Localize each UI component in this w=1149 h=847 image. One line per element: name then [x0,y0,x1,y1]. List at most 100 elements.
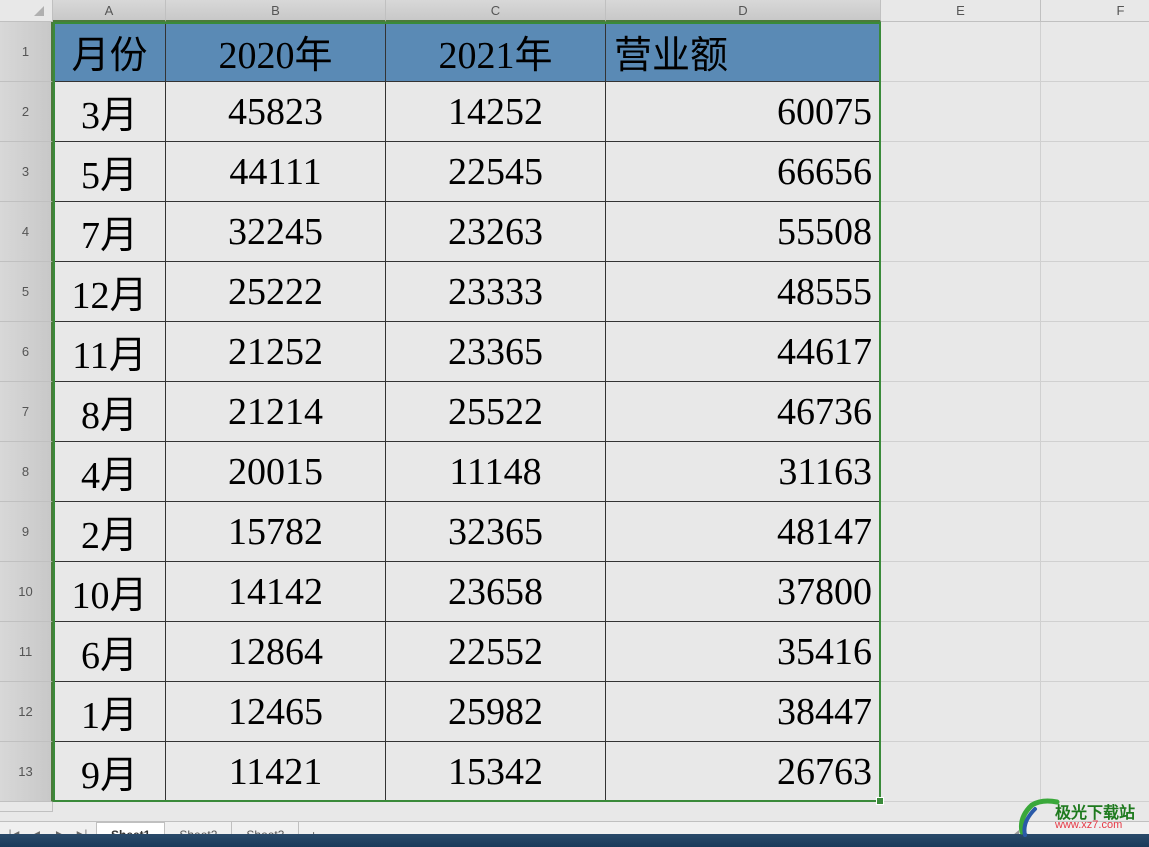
col-header-C[interactable]: C [386,0,606,22]
data-cell[interactable]: 23658 [386,562,606,622]
data-cell[interactable]: 14142 [166,562,386,622]
row-header-7[interactable]: 7 [0,382,53,442]
empty-cell[interactable] [881,502,1041,562]
data-cell[interactable]: 8月 [53,382,166,442]
data-cell[interactable]: 15782 [166,502,386,562]
data-cell[interactable]: 2月 [53,502,166,562]
empty-cell[interactable] [1041,142,1149,202]
empty-cell[interactable] [1041,742,1149,802]
empty-cell[interactable] [881,682,1041,742]
header-cell[interactable]: 2021年 [386,22,606,82]
col-header-E[interactable]: E [881,0,1041,22]
empty-cell[interactable] [1041,502,1149,562]
header-cell[interactable]: 营业额 [606,22,881,82]
row-header-13[interactable]: 13 [0,742,53,802]
data-cell[interactable]: 5月 [53,142,166,202]
empty-cell[interactable] [881,202,1041,262]
empty-cell[interactable] [1041,82,1149,142]
data-cell[interactable]: 22552 [386,622,606,682]
data-cell[interactable]: 60075 [606,82,881,142]
empty-cell[interactable] [881,442,1041,502]
row-header-1[interactable]: 1 [0,22,53,82]
empty-cell[interactable] [881,82,1041,142]
data-cell[interactable]: 32365 [386,502,606,562]
header-cell[interactable]: 2020年 [166,22,386,82]
data-cell[interactable]: 21214 [166,382,386,442]
data-cell[interactable]: 25982 [386,682,606,742]
header-cell[interactable]: 月份 [53,22,166,82]
empty-cell[interactable] [881,562,1041,622]
data-cell[interactable]: 7月 [53,202,166,262]
data-cell[interactable]: 14252 [386,82,606,142]
data-cell[interactable]: 11421 [166,742,386,802]
empty-cell[interactable] [1041,22,1149,82]
row-header-5[interactable]: 5 [0,262,53,322]
data-cell[interactable]: 22545 [386,142,606,202]
col-header-F[interactable]: F [1041,0,1149,22]
data-cell[interactable]: 44111 [166,142,386,202]
data-cell[interactable]: 23263 [386,202,606,262]
data-cell[interactable]: 26763 [606,742,881,802]
data-cell[interactable]: 6月 [53,622,166,682]
data-cell[interactable]: 37800 [606,562,881,622]
data-cell[interactable]: 3月 [53,82,166,142]
empty-cell[interactable] [881,22,1041,82]
data-cell[interactable]: 38447 [606,682,881,742]
data-cell[interactable]: 15342 [386,742,606,802]
data-cell[interactable]: 25222 [166,262,386,322]
row-header-9[interactable]: 9 [0,502,53,562]
row-header-10[interactable]: 10 [0,562,53,622]
data-cell[interactable]: 46736 [606,382,881,442]
data-cell[interactable]: 35416 [606,622,881,682]
empty-cell[interactable] [1041,382,1149,442]
data-cell[interactable]: 45823 [166,82,386,142]
data-cell[interactable]: 1月 [53,682,166,742]
data-cell[interactable]: 44617 [606,322,881,382]
select-all-corner[interactable] [0,0,53,22]
empty-cell[interactable] [1041,322,1149,382]
data-cell[interactable]: 10月 [53,562,166,622]
data-cell[interactable]: 21252 [166,322,386,382]
empty-cell[interactable] [881,142,1041,202]
data-cell[interactable]: 20015 [166,442,386,502]
taskbar[interactable] [0,834,1149,847]
empty-cell[interactable] [1041,562,1149,622]
data-cell[interactable]: 12月 [53,262,166,322]
data-cell[interactable]: 11148 [386,442,606,502]
empty-cell[interactable] [881,262,1041,322]
empty-cell[interactable] [1041,682,1149,742]
empty-cell[interactable] [881,622,1041,682]
data-cell[interactable]: 48147 [606,502,881,562]
data-cell[interactable]: 32245 [166,202,386,262]
data-cell[interactable]: 9月 [53,742,166,802]
empty-cell[interactable] [1041,202,1149,262]
data-cell[interactable]: 66656 [606,142,881,202]
row-header-2[interactable]: 2 [0,82,53,142]
data-cell[interactable]: 25522 [386,382,606,442]
data-cell[interactable]: 23333 [386,262,606,322]
row-header-8[interactable]: 8 [0,442,53,502]
row-header-6[interactable]: 6 [0,322,53,382]
data-cell[interactable]: 55508 [606,202,881,262]
empty-cell[interactable] [881,322,1041,382]
data-cell[interactable]: 12465 [166,682,386,742]
empty-cell[interactable] [1041,442,1149,502]
empty-cell[interactable] [1041,622,1149,682]
row-header-3[interactable]: 3 [0,142,53,202]
col-header-A[interactable]: A [53,0,166,22]
data-cell[interactable]: 23365 [386,322,606,382]
empty-cell[interactable] [1041,262,1149,322]
data-cell[interactable]: 11月 [53,322,166,382]
col-header-B[interactable]: B [166,0,386,22]
empty-cell[interactable] [881,382,1041,442]
data-cell[interactable]: 12864 [166,622,386,682]
data-cell[interactable]: 31163 [606,442,881,502]
col-header-D[interactable]: D [606,0,881,22]
data-cell[interactable]: 48555 [606,262,881,322]
row-header-14[interactable] [0,802,53,812]
data-cell[interactable]: 4月 [53,442,166,502]
row-header-12[interactable]: 12 [0,682,53,742]
row-header-11[interactable]: 11 [0,622,53,682]
empty-cell[interactable] [881,742,1041,802]
row-header-4[interactable]: 4 [0,202,53,262]
